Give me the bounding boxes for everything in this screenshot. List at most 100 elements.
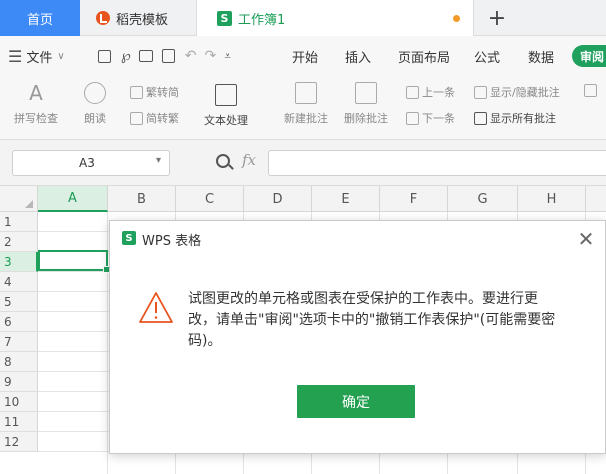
tab-workbook-label: 工作簿1 <box>238 12 286 28</box>
text-processing-icon <box>215 84 237 106</box>
menu-page-layout-label: 页面布局 <box>398 50 451 66</box>
row-header-11[interactable]: 11 <box>0 412 38 432</box>
name-box-value: A3 <box>79 156 95 170</box>
export-icon[interactable]: ℘ <box>121 48 131 64</box>
row-header-5[interactable]: 5 <box>0 292 38 312</box>
file-menu-label: 文件 <box>26 50 53 66</box>
tab-templates-label: 稻壳模板 <box>116 12 169 28</box>
docer-logo-icon <box>96 11 110 25</box>
column-header-a[interactable]: A <box>38 186 108 212</box>
row-header-6[interactable]: 6 <box>0 312 38 332</box>
new-comment-icon <box>295 82 317 104</box>
close-icon[interactable]: ✕ <box>576 227 596 251</box>
ok-button[interactable]: 确定 <box>297 385 415 418</box>
selected-cell-a3[interactable] <box>38 250 110 273</box>
simp-to-trad-label: 简转繁 <box>146 112 179 125</box>
column-header-row: A B C D E F G H <box>0 186 606 212</box>
next-comment-button[interactable]: 下一条 <box>406 110 455 126</box>
undo-icon[interactable]: ↶ <box>185 48 197 64</box>
spreadsheet-logo-icon: S <box>217 10 232 26</box>
read-aloud-button[interactable]: 朗读 <box>84 82 106 126</box>
show-all-comments-button[interactable]: 显示所有批注 <box>474 110 556 126</box>
row-header-4[interactable]: 4 <box>0 272 38 292</box>
prev-comment-label: 上一条 <box>422 86 455 99</box>
column-header-h[interactable]: H <box>518 186 586 212</box>
row-header-10[interactable]: 10 <box>0 392 38 412</box>
read-aloud-icon <box>84 82 106 104</box>
row-header-7[interactable]: 7 <box>0 332 38 352</box>
print-icon[interactable] <box>138 50 153 62</box>
menu-page-layout[interactable]: 页面布局 <box>398 36 450 76</box>
menu-formulas[interactable]: 公式 <box>474 36 500 76</box>
tab-workbook[interactable]: S 工作簿1 <box>196 0 474 36</box>
file-menu[interactable]: ☰ 文件 ∨ <box>8 36 65 76</box>
ribbon-overflow-icon <box>584 84 600 97</box>
column-header-f[interactable]: F <box>380 186 448 212</box>
column-header-d[interactable]: D <box>244 186 312 212</box>
tab-home[interactable]: 首页 <box>0 0 80 36</box>
row-header-2[interactable]: 2 <box>0 232 38 252</box>
save-icon[interactable] <box>98 49 111 63</box>
select-all-corner[interactable] <box>0 186 38 212</box>
show-hide-comment-icon <box>474 85 487 99</box>
column-header-c[interactable]: C <box>176 186 244 212</box>
new-tab-button[interactable]: + <box>474 0 520 36</box>
show-hide-comment-label: 显示/隐藏批注 <box>490 86 560 99</box>
chevron-down-icon: ▾ <box>155 155 161 166</box>
next-comment-label: 下一条 <box>422 112 455 125</box>
show-all-comments-label: 显示所有批注 <box>490 112 556 125</box>
prev-comment-icon <box>406 85 419 99</box>
delete-comment-label: 删除批注 <box>344 112 388 125</box>
menu-review[interactable]: 审阅 <box>572 45 606 67</box>
delete-comment-button[interactable]: 删除批注 <box>344 82 388 126</box>
formula-input[interactable] <box>268 150 606 176</box>
trad-to-simp-label: 繁转简 <box>146 86 179 99</box>
show-hide-comment-button[interactable]: 显示/隐藏批注 <box>474 84 560 100</box>
show-all-comments-icon <box>474 111 487 125</box>
row-header-8[interactable]: 8 <box>0 352 38 372</box>
function-icon[interactable]: fx <box>242 151 256 169</box>
row-header-3[interactable]: 3 <box>0 252 38 272</box>
trad-to-simp-button[interactable]: 繁转简 <box>130 84 179 100</box>
spellcheck-button[interactable]: A 拼写检查 <box>14 82 58 126</box>
trad-to-simp-icon <box>130 85 143 99</box>
text-processing-button[interactable]: 文本处理 <box>204 84 248 128</box>
wps-spreadsheet-logo-icon: S <box>122 231 136 245</box>
next-comment-icon <box>406 111 419 125</box>
quick-access-toolbar: ℘ ↶ ↷ ⩡ <box>98 36 231 76</box>
row-header-1[interactable]: 1 <box>0 212 38 232</box>
print-preview-icon[interactable] <box>161 49 175 63</box>
row-header-12[interactable]: 12 <box>0 432 38 452</box>
redo-icon[interactable]: ↷ <box>205 48 217 64</box>
unsaved-dot-icon <box>453 15 460 22</box>
ribbon-overflow-icon-box <box>584 84 597 97</box>
menu-data[interactable]: 数据 <box>528 36 554 76</box>
customize-toolbar-icon[interactable]: ⩡ <box>224 49 231 64</box>
new-comment-button[interactable]: 新建批注 <box>284 82 328 126</box>
title-bar: 首页 稻壳模板 S 工作簿1 + <box>0 0 606 36</box>
menu-insert[interactable]: 插入 <box>345 36 371 76</box>
zoom-icon[interactable] <box>216 154 230 168</box>
dialog-message: 试图更改的单元格或图表在受保护的工作表中。要进行更改，请单击"审阅"选项卡中的"… <box>188 291 556 349</box>
protected-sheet-dialog: S WPS 表格 ✕ 试图更改的单元格或图表在受保护的工作表中。要进行更改，请单… <box>109 220 606 454</box>
read-aloud-label: 朗读 <box>84 112 106 125</box>
menu-home-label: 开始 <box>292 50 319 66</box>
hamburger-icon: ☰ <box>8 46 23 66</box>
tab-templates[interactable]: 稻壳模板 <box>80 0 196 36</box>
name-box[interactable]: A3 ▾ <box>12 150 170 176</box>
delete-comment-icon <box>355 82 377 104</box>
menu-home[interactable]: 开始 <box>292 36 318 76</box>
simp-to-trad-button[interactable]: 简转繁 <box>130 110 179 126</box>
row-header-9[interactable]: 9 <box>0 372 38 392</box>
warning-icon <box>139 292 173 323</box>
text-processing-label: 文本处理 <box>204 114 248 127</box>
spellcheck-icon: A <box>29 81 43 105</box>
column-header-g[interactable]: G <box>448 186 518 212</box>
menu-insert-label: 插入 <box>345 50 372 66</box>
menu-formulas-label: 公式 <box>474 50 501 66</box>
chevron-down-icon: ∨ <box>57 50 65 62</box>
column-header-e[interactable]: E <box>312 186 380 212</box>
column-header-b[interactable]: B <box>108 186 176 212</box>
tab-home-label: 首页 <box>26 12 53 28</box>
prev-comment-button[interactable]: 上一条 <box>406 84 455 100</box>
